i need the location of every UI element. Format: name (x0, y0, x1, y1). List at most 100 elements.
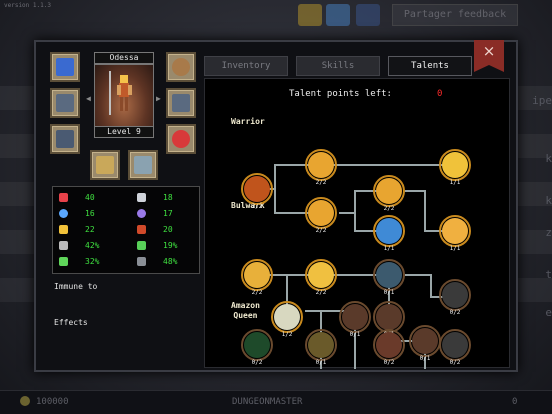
red-gem-icon (172, 130, 190, 148)
equip-slot-quiver[interactable] (50, 52, 80, 82)
talent-node[interactable]: 2/2 (241, 173, 273, 210)
stat-value: 32% (85, 257, 100, 266)
talent-count: 2/2 (251, 289, 263, 296)
tab-skills[interactable]: Skills (296, 56, 380, 76)
dungeon-name: DUNGEONMASTER (232, 397, 303, 407)
talent-node[interactable]: 2/2 (305, 149, 337, 186)
background-side-text: e (545, 306, 552, 319)
talent-count: 0/2 (449, 359, 461, 366)
bulwark-talent-icon (274, 304, 300, 330)
hero-portrait (94, 64, 154, 134)
gold-amount: 100000 (36, 397, 69, 407)
background-side-text: ipe (532, 94, 552, 107)
warrior-talent-icon (442, 152, 468, 178)
equip-slot-gem[interactable] (166, 124, 196, 154)
stat-value: 48% (163, 257, 178, 266)
talent-count: 0/1 (383, 289, 395, 296)
bottom-bar: 100000 DUNGEONMASTER 0 (0, 390, 552, 414)
talent-count: 1/1 (383, 245, 395, 252)
talent-count: 2/2 (383, 205, 395, 212)
stat-value: 40 (85, 193, 95, 202)
stat-attack: 18 (137, 191, 201, 205)
immune-label: Immune to (54, 282, 98, 291)
twitter-icon (326, 4, 350, 26)
hero-level: Level 9 (94, 126, 154, 138)
equip-slot-offhand[interactable] (128, 150, 158, 180)
talent-node[interactable]: 0/1 (409, 325, 441, 362)
talent-node[interactable]: 0/1 (339, 301, 371, 338)
talent-node[interactable]: 0/1 (373, 259, 405, 296)
character-modal: Odessa Level 9 ◀ ▶ 40 18 16 17 22 20 42%… (34, 40, 518, 372)
bulwark-talent-icon (342, 304, 368, 330)
talent-node[interactable]: 0/2 (439, 279, 471, 316)
prev-hero-arrow-icon[interactable]: ◀ (86, 94, 91, 103)
amazon-talent-icon (308, 332, 334, 358)
warrior-talent-icon (244, 176, 270, 202)
talent-node[interactable]: 1/1 (439, 215, 471, 252)
stat-block-pct: 32% (59, 255, 123, 269)
stat-value: 19% (163, 241, 178, 250)
talent-node[interactable]: 1/1 (373, 215, 405, 252)
stat-speed: 20 (137, 223, 201, 237)
coin-icon (298, 4, 322, 26)
talent-count: 0/1 (315, 359, 327, 366)
tab-inventory[interactable]: Inventory (204, 56, 288, 76)
equip-slot-ring[interactable] (166, 52, 196, 82)
talent-count: 2/2 (315, 289, 327, 296)
ring-icon (172, 58, 190, 76)
amazon-talent-icon (244, 332, 270, 358)
bulwark-talent-icon (244, 262, 270, 288)
stat-mana: 16 (59, 207, 123, 221)
stat-resist-pct: 48% (137, 255, 201, 269)
talent-node[interactable]: 2/2 (305, 259, 337, 296)
talent-count: 2/2 (315, 227, 327, 234)
stat-health: 40 (59, 191, 123, 205)
talent-node[interactable]: 0/1 (305, 329, 337, 366)
talent-node[interactable]: 0/2 (373, 329, 405, 366)
background-side-text: k (545, 152, 552, 165)
feedback-button: Partager feedback (392, 4, 518, 26)
talent-node[interactable]: 0/2 (439, 329, 471, 366)
stat-value: 22 (85, 225, 95, 234)
next-hero-arrow-icon[interactable]: ▶ (156, 94, 161, 103)
version-text: version 1.1.3 (4, 2, 51, 9)
equip-slot-bracer[interactable] (166, 88, 196, 118)
stat-dodge-pct: 19% (137, 239, 201, 253)
stat-value: 17 (163, 209, 173, 218)
talent-node[interactable]: 2/2 (305, 197, 337, 234)
talent-node[interactable]: 0/2 (241, 329, 273, 366)
warrior-talent-icon (376, 218, 402, 244)
equip-slot-weapon[interactable] (90, 150, 120, 180)
green-shield-icon (59, 257, 68, 266)
talent-node[interactable]: 1/2 (271, 301, 303, 338)
warrior-talent-icon (376, 178, 402, 204)
boots-icon (56, 130, 74, 148)
equip-slot-boots[interactable] (50, 124, 80, 154)
stat-armor-pct: 42% (59, 239, 123, 253)
equip-slot-chest[interactable] (50, 88, 80, 118)
swirl-icon (137, 209, 146, 218)
sword-icon (137, 193, 146, 202)
tab-talents[interactable]: Talents (388, 56, 472, 76)
talent-node[interactable]: 1/1 (439, 149, 471, 186)
green-leaf-icon (137, 241, 146, 250)
warrior-talent-icon (308, 152, 334, 178)
amazon-talent-icon (376, 332, 402, 358)
talent-node[interactable]: 2/2 (373, 175, 405, 212)
talent-count: 0/2 (383, 359, 395, 366)
warrior-talent-icon (442, 218, 468, 244)
talent-count: 1/1 (449, 245, 461, 252)
background-side-text: z (545, 226, 552, 239)
talent-node[interactable]: 2/2 (241, 259, 273, 296)
shield-icon (134, 156, 152, 174)
close-button[interactable]: × (474, 40, 504, 72)
stat-magic: 17 (137, 207, 201, 221)
amazon-talent-icon (442, 332, 468, 358)
stats-panel: 40 18 16 17 22 20 42% 19% 32% 48% (52, 186, 200, 274)
lightning-icon (59, 225, 68, 234)
gem-amount: 0 (512, 397, 518, 407)
stat-energy: 22 (59, 223, 123, 237)
boot-speed-icon (137, 225, 146, 234)
warrior-talent-icon (308, 200, 334, 226)
stat-value: 16 (85, 209, 95, 218)
